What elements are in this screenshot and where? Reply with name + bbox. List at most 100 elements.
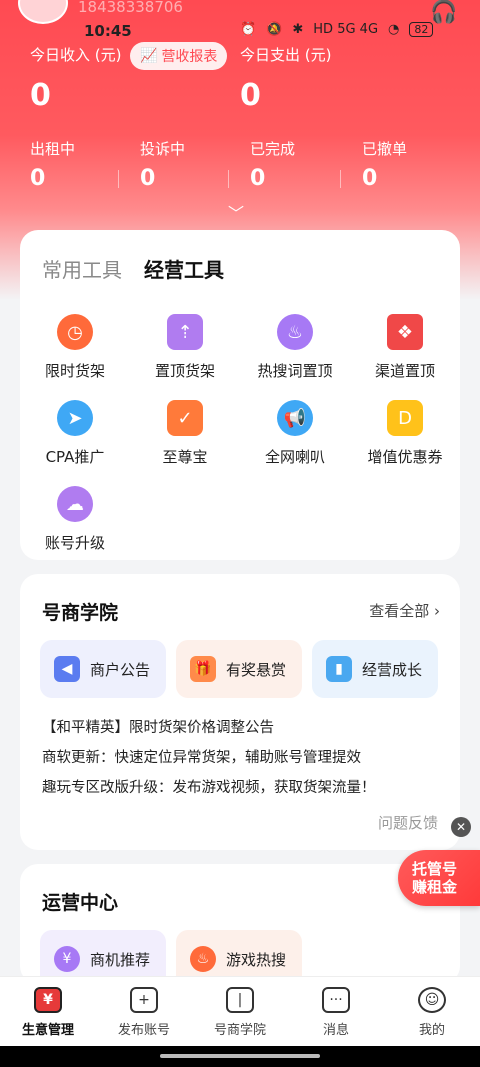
flame-icon: ♨	[190, 946, 216, 972]
view-all-link[interactable]: 查看全部 ›	[369, 600, 440, 621]
tool-label: 全网喇叭	[264, 448, 325, 466]
tool-label: 至尊宝	[162, 448, 208, 466]
avatar[interactable]	[18, 0, 68, 24]
tool-label: 限时货架	[44, 362, 105, 380]
home-indicator[interactable]	[160, 1054, 320, 1058]
tool-label: 置顶货架	[154, 362, 215, 380]
divider	[228, 170, 229, 188]
nav-label: 号商学院	[213, 1023, 266, 1038]
reward-bounty-button[interactable]: 🎁 有奖悬赏	[176, 640, 302, 698]
view-all-label: 查看全部	[369, 602, 430, 620]
nav-label: 发布账号	[117, 1023, 170, 1038]
stat-completed-label[interactable]: 已完成	[250, 138, 295, 159]
stat-complaint-value: 0	[140, 166, 156, 191]
shield-check-icon: ✓	[167, 400, 203, 436]
tool-channel-pin[interactable]: ❖ 渠道置顶	[350, 314, 460, 381]
plus-square-icon: +	[130, 987, 158, 1013]
yen-bulb-icon: ¥	[54, 946, 80, 972]
bottom-nav: ¥ 生意管理 + 发布账号 | 号商学院 ··· 消息 ☺ 我的	[0, 976, 480, 1046]
wallet-icon: ¥	[34, 987, 62, 1013]
nav-messages[interactable]: ··· 消息	[288, 987, 384, 1038]
headset-icon[interactable]: 🎧	[430, 0, 457, 25]
coupon-icon: D	[387, 400, 423, 436]
clock-icon: ◷	[57, 314, 93, 350]
cubes-icon: ❖	[387, 314, 423, 350]
cloud-upload-icon: ☁	[57, 486, 93, 522]
tab-common-tools[interactable]: 常用工具	[42, 254, 122, 283]
tab-business-tools[interactable]: 经营工具	[144, 254, 224, 283]
account-phone: 18438338706	[78, 0, 183, 16]
nav-label: 我的	[418, 1023, 445, 1038]
status-bar: 18438338706 10:45 ⏰ 🔕 ✱ HD 5G 4G ◔ 82 🎧	[0, 0, 480, 44]
network-text: HD 5G 4G	[313, 22, 379, 37]
mute-icon: 🔕	[266, 22, 283, 37]
nav-label: 消息	[322, 1023, 349, 1038]
wifi-icon: ◔	[388, 22, 400, 37]
operations-title: 运营中心	[42, 892, 119, 914]
button-label: 有奖悬赏	[226, 660, 287, 679]
button-label: 经营成长	[362, 660, 423, 679]
news-item[interactable]: 【和平精英】限时货架价格调整公告	[42, 716, 274, 737]
gift-box-icon: 🎁	[190, 656, 216, 682]
income-value: 0	[30, 78, 51, 113]
trend-chart-icon: 📈	[140, 48, 158, 64]
feedback-link[interactable]: 问题反馈	[378, 812, 438, 833]
tool-megaphone[interactable]: 📢 全网喇叭	[240, 400, 350, 467]
stat-completed-value: 0	[250, 166, 266, 191]
nav-business[interactable]: ¥ 生意管理	[0, 987, 96, 1038]
nav-profile[interactable]: ☺ 我的	[384, 987, 480, 1038]
alarm-icon: ⏰	[240, 22, 257, 37]
tool-hot-search[interactable]: ♨ 热搜词置顶	[240, 314, 350, 381]
stat-cancelled-label[interactable]: 已撤单	[362, 138, 407, 159]
stat-renting-value: 0	[30, 166, 46, 191]
nav-label: 生意管理	[21, 1023, 74, 1038]
pin-top-icon: ⇡	[167, 314, 203, 350]
tool-label: 账号升级	[44, 534, 105, 552]
stat-renting-label[interactable]: 出租中	[30, 138, 75, 159]
stat-cancelled-value: 0	[362, 166, 378, 191]
status-icons: ⏰ 🔕 ✱ HD 5G 4G ◔ 82	[240, 22, 434, 37]
chat-bubble-icon: ···	[322, 987, 350, 1013]
nav-academy[interactable]: | 号商学院	[192, 987, 288, 1038]
promo-line: 托管号	[412, 860, 458, 878]
megaphone-icon: 📢	[277, 400, 313, 436]
user-icon: ☺	[418, 987, 446, 1013]
chevron-down-icon[interactable]: ﹀	[228, 200, 244, 224]
book-icon: |	[226, 987, 254, 1013]
paper-plane-icon: ➤	[57, 400, 93, 436]
nav-publish[interactable]: + 发布账号	[96, 987, 192, 1038]
divider	[340, 170, 341, 188]
tool-limited-shelf[interactable]: ◷ 限时货架	[20, 314, 130, 381]
tool-label: 渠道置顶	[374, 362, 435, 380]
tool-coupon[interactable]: D 增值优惠券	[350, 400, 460, 467]
tool-pin-shelf[interactable]: ⇡ 置顶货架	[130, 314, 240, 381]
promo-line: 赚租金	[412, 878, 458, 896]
news-item[interactable]: 趣玩专区改版升级：发布游戏视频，获取货架流量！	[42, 776, 376, 797]
tool-label: 热搜词置顶	[257, 362, 333, 380]
income-label: 今日收入 (元)	[30, 46, 122, 64]
tool-account-upgrade[interactable]: ☁ 账号升级	[20, 486, 130, 553]
report-button-label: 营收报表	[161, 49, 218, 65]
news-item[interactable]: 商软更新：快速定位异常货架，辅助账号管理提效	[42, 746, 361, 767]
close-icon[interactable]: ✕	[451, 817, 471, 837]
report-button[interactable]: 📈 营收报表	[130, 42, 228, 70]
flame-icon: ♨	[277, 314, 313, 350]
divider	[118, 170, 119, 188]
merchant-notice-button[interactable]: ◀ 商户公告	[40, 640, 166, 698]
operations-card: 运营中心 ¥ 商机推荐 ♨ 游戏热搜	[20, 864, 460, 988]
tools-card: 常用工具 经营工具 ◷ 限时货架 ⇡ 置顶货架 ♨ 热搜词置顶 ❖ 渠道置顶 ➤…	[20, 230, 460, 560]
tool-supreme[interactable]: ✓ 至尊宝	[130, 400, 240, 467]
tool-cpa[interactable]: ➤ CPA推广	[20, 400, 130, 467]
tool-label: 增值优惠券	[367, 448, 443, 466]
status-time: 10:45	[84, 22, 132, 40]
speaker-icon: ◀	[54, 656, 80, 682]
promo-float-button[interactable]: 托管号 赚租金	[398, 850, 480, 906]
gesture-bar-area	[0, 1046, 480, 1067]
tools-tabs: 常用工具 经营工具	[42, 254, 224, 283]
bookmark-icon: ▮	[326, 656, 352, 682]
expense-value: 0	[240, 78, 261, 113]
business-growth-button[interactable]: ▮ 经营成长	[312, 640, 438, 698]
bluetooth-icon: ✱	[292, 22, 304, 37]
stat-complaint-label[interactable]: 投诉中	[140, 138, 185, 159]
expense-label: 今日支出 (元)	[240, 46, 332, 64]
